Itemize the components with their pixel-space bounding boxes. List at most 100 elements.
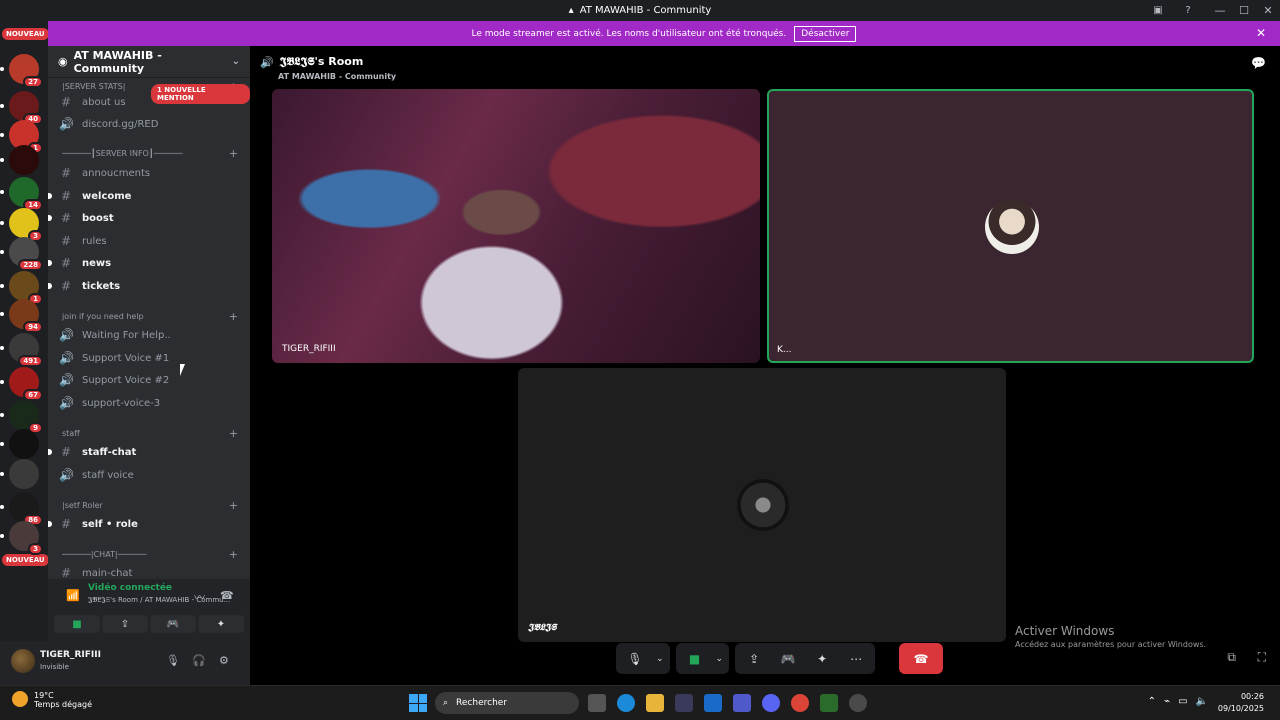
hang-up-button[interactable]: ☎ [899,643,944,674]
signal-icon[interactable]: 📶 [66,589,80,602]
fullscreen-icon[interactable]: ⛶ [1258,650,1266,665]
new-servers-badge-bottom[interactable]: NOUVEAU [2,554,48,566]
soundboard-button[interactable]: ✦ [198,615,244,633]
new-servers-badge-top[interactable]: NOUVEAU [2,28,48,40]
voice-channel[interactable]: 🔊 Waiting For Help.. [48,325,250,345]
server-icon[interactable]: 491 [0,333,43,367]
text-channel[interactable]: # welcome [48,186,250,206]
room-subtitle[interactable]: AT MAWAHIB - Community [278,72,396,81]
volume-icon[interactable]: 🔈 [1196,696,1208,707]
file-explorer-icon[interactable] [646,694,664,712]
create-channel-icon[interactable]: + [229,499,238,512]
noise-suppression-icon[interactable]: 〰 [194,589,205,605]
create-channel-icon[interactable]: + [229,548,238,561]
server-icon[interactable] [0,145,39,175]
disconnect-icon[interactable]: ☎ [220,589,234,602]
voice-channel[interactable]: 🔊 staff voice [48,465,250,485]
settings-gear-icon[interactable]: ⚙ [219,654,229,667]
taskbar-search[interactable]: ⌕ Rechercher [435,692,579,714]
server-icon[interactable]: 3 [0,521,43,555]
chrome-icon[interactable] [791,694,809,712]
media-player-icon[interactable] [820,694,838,712]
text-channel[interactable]: # self • role [48,514,250,534]
user-name[interactable]: TIGER_RIFIII [40,650,101,660]
inbox-icon[interactable]: ▣ [1150,2,1166,18]
participant-tile-host[interactable]: 𝕵𝕭𝕷𝕵𝕾 [518,368,1006,642]
headphones-icon[interactable]: 🎧 [192,654,206,667]
disable-streamer-button[interactable]: Désactiver [794,25,857,42]
chevron-down-icon[interactable]: ⌄ [232,56,240,67]
discord-icon[interactable] [762,694,780,712]
edge-icon[interactable] [617,694,635,712]
create-channel-icon[interactable]: + [229,427,238,440]
server-header[interactable]: ◉ AT MAWAHIB - Community ⌄ [48,46,250,78]
text-channel[interactable]: # tickets [48,276,250,296]
channel-category[interactable]: ──────|CHAT|────── + [48,546,250,562]
user-avatar[interactable] [11,649,35,673]
banner-close-icon[interactable]: ✕ [1256,26,1266,40]
share-screen-icon[interactable]: ⇪ [741,646,767,672]
camera-icon[interactable]: ■ [682,646,708,672]
weather-widget[interactable]: 19°C Temps dégagé [12,691,92,709]
mic-options-chevron-icon[interactable]: ⌄ [656,654,664,664]
text-channel[interactable]: # staff-chat [48,442,250,462]
server-icon[interactable]: 14 [0,177,43,211]
microphone-icon[interactable]: 🎙 [622,646,648,672]
server-icon[interactable]: 228 [0,237,43,271]
text-channel[interactable]: # news [48,253,250,273]
activities-button[interactable]: 🎮 [150,615,196,633]
voice-channel[interactable]: 🔊 Support Voice #1 [48,348,250,368]
taskbar-clock[interactable]: 00:26 09/10/2025 [1218,691,1264,715]
display-icon[interactable]: ▭ [1178,696,1187,707]
voice-status[interactable]: Vidéo connectée [88,583,172,593]
server-icon[interactable]: 40 [0,91,43,125]
voice-channel[interactable]: 🔊 Support Voice #2 [48,370,250,390]
voice-channel[interactable]: 🔊 support-voice-3 [48,393,250,413]
server-icon[interactable]: 9 [0,400,43,434]
video-tile-tiger[interactable]: TIGER_RIFIII [272,89,760,363]
help-icon[interactable]: ? [1180,2,1196,18]
server-icon[interactable]: 1 [0,271,43,305]
soundboard-icon[interactable]: ✦ [809,646,835,672]
close-window-button[interactable]: ✕ [1256,4,1280,17]
store-icon[interactable] [675,694,693,712]
network-icon[interactable]: ⌁ [1164,696,1170,707]
teams-icon[interactable] [733,694,751,712]
tray-chevron-icon[interactable]: ⌃ [1148,696,1156,707]
channel-category[interactable]: staff + [48,425,250,441]
text-channel[interactable]: # rules [48,231,250,251]
server-icon[interactable]: 27 [0,54,43,88]
task-view-icon[interactable] [588,694,606,712]
chat-bubble-icon[interactable]: 💬 [1251,56,1266,70]
server-icon[interactable] [0,429,39,459]
activities-icon[interactable]: 🎮 [775,646,801,672]
text-channel[interactable]: # main-chat [48,563,250,579]
start-menu-icon[interactable] [409,694,427,712]
camera-options-chevron-icon[interactable]: ⌄ [716,654,724,664]
app-icon[interactable] [849,694,867,712]
text-channel[interactable]: # annoucments [48,163,250,183]
server-icon[interactable]: 94 [0,299,43,333]
channel-category[interactable]: |setf Roler + [48,497,250,513]
channel-category[interactable]: ──────┃SERVER INFO┃────── + [48,145,250,161]
server-icon[interactable]: 86 [0,492,43,526]
maximize-button[interactable]: ☐ [1232,4,1256,17]
voice-room-path[interactable]: 𝕵𝕭𝕷𝕵𝕾's Room / AT MAWAHIB - Commu... [88,596,230,605]
create-channel-icon[interactable]: + [229,147,238,160]
outlook-icon[interactable] [704,694,722,712]
server-icon[interactable] [0,459,39,489]
minimize-button[interactable]: — [1208,4,1232,17]
server-icon[interactable]: 3 [0,208,43,242]
microphone-icon[interactable]: 🎙 [166,654,180,667]
text-channel[interactable]: # boost [48,208,250,228]
server-icon[interactable]: 67 [0,367,43,401]
new-mention-badge[interactable]: 1 NOUVELLE MENTION [151,84,250,104]
more-options-icon[interactable]: ⋯ [843,646,869,672]
voice-channel[interactable]: 🔊 discord.gg/RED [48,114,250,134]
camera-toggle-button[interactable]: ■ [54,615,100,633]
channel-category[interactable]: join if you need help + [48,308,250,324]
share-screen-button[interactable]: ⇪ [102,615,148,633]
participant-tile-k[interactable]: K... [767,89,1254,363]
popout-icon[interactable]: ⧉ [1227,650,1236,665]
create-channel-icon[interactable]: + [229,310,238,323]
